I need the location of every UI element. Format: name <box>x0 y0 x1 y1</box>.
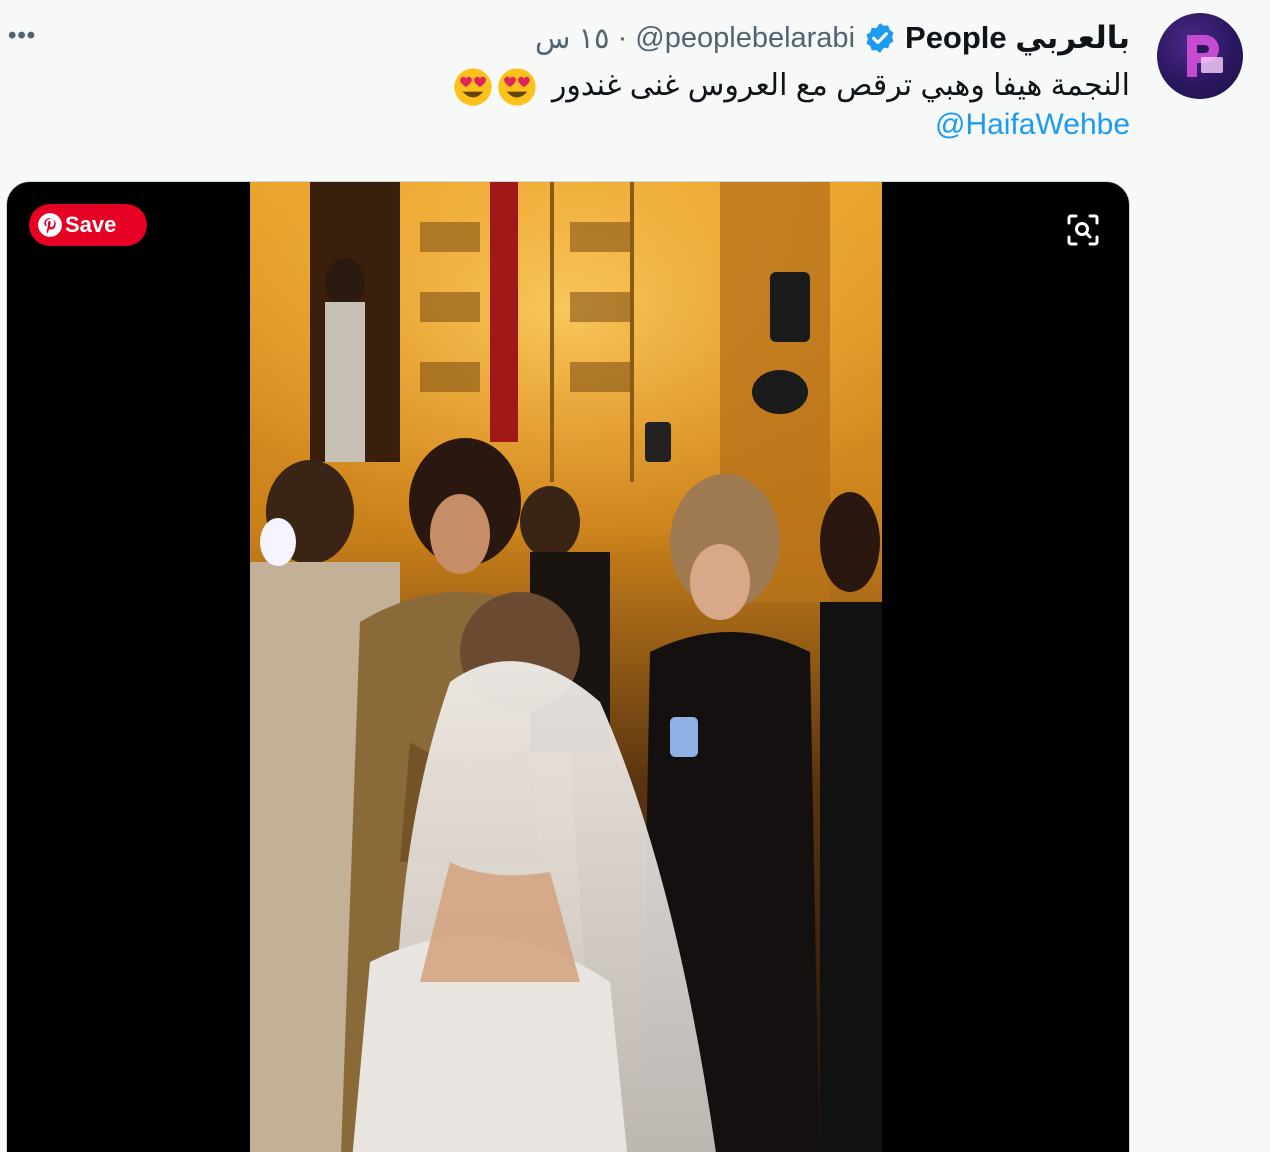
pinterest-icon <box>38 213 62 237</box>
tweet-body: النجمة هيفا وهبي ترقص مع العروس غنى غندو… <box>330 62 1130 110</box>
heart-eyes-emoji-icon <box>453 68 492 106</box>
display-name[interactable]: People بالعربي <box>905 20 1130 56</box>
timestamp[interactable]: ١٥ س <box>535 21 610 56</box>
user-handle[interactable]: @peoplebelarabi <box>635 22 855 55</box>
verified-badge-icon <box>866 23 894 53</box>
pinterest-save-label: Save <box>65 212 117 237</box>
mention-link[interactable]: @HaifaWehbe <box>935 108 1130 142</box>
heart-eyes-emoji-icon <box>497 68 536 106</box>
wedding-scene-image <box>250 182 882 1152</box>
tweet-card[interactable]: ••• People بالعربي @peoplebelarabi · ١٥ … <box>0 0 1270 1152</box>
avatar[interactable] <box>1157 13 1243 99</box>
video-player[interactable] <box>250 182 882 1152</box>
separator-dot: · <box>617 21 628 54</box>
tweet-media[interactable]: Save <box>6 181 1130 1152</box>
people-logo-icon <box>1187 35 1223 77</box>
more-options-icon[interactable]: ••• <box>8 22 48 50</box>
emoji-group <box>452 66 538 108</box>
pinterest-save-button[interactable]: Save <box>29 204 147 246</box>
tweet-header: People بالعربي @peoplebelarabi · ١٥ س <box>535 18 1130 58</box>
visual-search-icon[interactable] <box>1065 212 1101 248</box>
tweet-text: النجمة هيفا وهبي ترقص مع العروس غنى غندو… <box>551 69 1130 102</box>
